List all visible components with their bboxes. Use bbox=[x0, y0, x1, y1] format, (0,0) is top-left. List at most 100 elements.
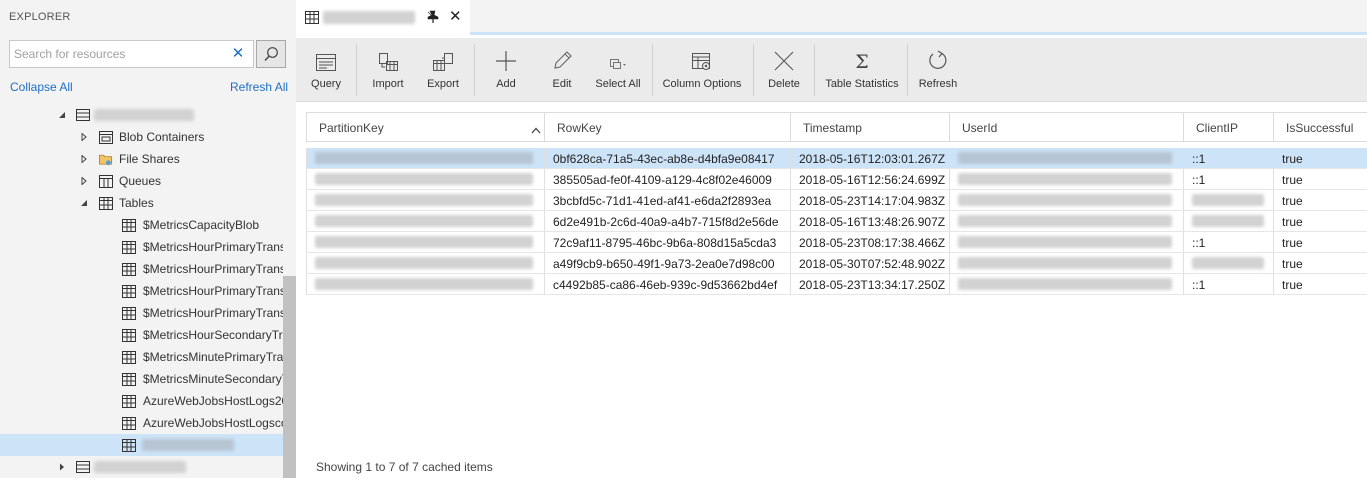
cell-userid bbox=[950, 253, 1184, 273]
table-row[interactable]: c4492b85-ca86-46eb-939c-9d53662bd4ef 201… bbox=[306, 274, 1367, 295]
redacted-text bbox=[958, 236, 1172, 248]
cell-userid bbox=[950, 211, 1184, 231]
add-button[interactable]: Add bbox=[488, 38, 524, 102]
table-row[interactable]: 6d2e491b-2c6d-40a9-a4b7-715f8d2e56de 201… bbox=[306, 211, 1367, 232]
search-button[interactable] bbox=[256, 40, 286, 68]
table-icon bbox=[122, 416, 136, 430]
redacted-text bbox=[958, 173, 1172, 185]
close-tab-icon[interactable]: ✕ bbox=[449, 8, 462, 26]
tree-item-table[interactable]: $MetricsHourPrimaryTrans bbox=[0, 236, 283, 258]
caret-collapsed-icon[interactable] bbox=[79, 176, 89, 186]
tree-item-table-selected[interactable] bbox=[0, 434, 283, 456]
redacted-text bbox=[94, 461, 186, 473]
tree-item-table[interactable]: $MetricsHourPrimaryTrans bbox=[0, 258, 283, 280]
column-header-userid[interactable]: UserId bbox=[950, 113, 1184, 142]
cell-timestamp: 2018-05-30T07:52:48.902Z bbox=[791, 253, 950, 273]
tree-item-tables[interactable]: Tables bbox=[0, 192, 283, 214]
tab-bar: ✕ bbox=[296, 0, 1367, 35]
redacted-text bbox=[323, 11, 415, 24]
table-statistics-button[interactable]: Σ Table Statistics bbox=[824, 38, 900, 102]
caret-collapsed-icon[interactable] bbox=[57, 462, 67, 472]
cell-partitionkey bbox=[306, 190, 545, 210]
table-row[interactable]: a49f9cb9-b650-49f1-9a73-2ea0e7d98c00 201… bbox=[306, 253, 1367, 274]
collapse-all-link[interactable]: Collapse All bbox=[10, 80, 73, 94]
redacted-text bbox=[142, 439, 234, 451]
table-row[interactable]: 3bcbfd5c-71d1-41ed-af41-e6da2f2893ea 201… bbox=[306, 190, 1367, 211]
column-header-timestamp[interactable]: Timestamp bbox=[791, 113, 950, 142]
select-all-icon bbox=[606, 38, 630, 76]
cell-timestamp: 2018-05-16T12:56:24.699Z bbox=[791, 169, 950, 189]
edit-label: Edit bbox=[552, 78, 572, 90]
cell-issuccessful: true bbox=[1282, 194, 1303, 208]
tree-item-table[interactable]: $MetricsHourPrimaryTrans bbox=[0, 302, 283, 324]
tree-item-table[interactable]: $MetricsHourPrimaryTrans bbox=[0, 280, 283, 302]
column-header-clientip[interactable]: ClientIP bbox=[1184, 113, 1274, 142]
tree-item-table[interactable]: $MetricsMinuteSecondaryT bbox=[0, 368, 283, 390]
export-button[interactable]: Export bbox=[423, 38, 463, 102]
query-button[interactable]: Query bbox=[306, 38, 346, 102]
edit-icon bbox=[551, 38, 573, 76]
caret-expanded-icon[interactable] bbox=[79, 198, 89, 208]
cell-timestamp: 2018-05-23T08:17:38.466Z bbox=[791, 232, 950, 252]
sort-ascending-icon[interactable] bbox=[531, 123, 541, 137]
column-options-button[interactable]: Column Options bbox=[662, 38, 742, 102]
tree-item-label: $MetricsHourPrimaryTrans bbox=[143, 306, 283, 320]
tab-table[interactable]: ✕ bbox=[296, 0, 470, 35]
table-row[interactable]: 0bf628ca-71a5-43ec-ab8e-d4bfa9e08417 201… bbox=[306, 148, 1367, 169]
caret-collapsed-icon[interactable] bbox=[79, 154, 89, 164]
column-header-partitionkey[interactable]: PartitionKey bbox=[306, 113, 545, 142]
explorer-scrollbar-thumb[interactable] bbox=[283, 276, 296, 478]
cell-rowkey: 6d2e491b-2c6d-40a9-a4b7-715f8d2e56de bbox=[545, 211, 791, 231]
table-icon bbox=[122, 350, 136, 364]
toolbar-separator bbox=[356, 44, 357, 96]
edit-button[interactable]: Edit bbox=[544, 38, 580, 102]
cell-userid bbox=[950, 232, 1184, 252]
import-icon bbox=[377, 38, 399, 76]
redacted-text bbox=[958, 257, 1172, 269]
delete-button[interactable]: Delete bbox=[765, 38, 803, 102]
redacted-text bbox=[94, 109, 194, 121]
cell-clientip bbox=[1184, 253, 1274, 273]
file-shares-icon bbox=[99, 152, 113, 166]
blob-containers-icon bbox=[99, 130, 113, 144]
tree-item-table[interactable]: $MetricsCapacityBlob bbox=[0, 214, 283, 236]
tree-item-table[interactable]: $MetricsHourSecondaryTra bbox=[0, 324, 283, 346]
tree-item-label: Tables bbox=[119, 196, 154, 210]
refresh-button[interactable]: Refresh bbox=[918, 38, 958, 102]
column-header-rowkey[interactable]: RowKey bbox=[545, 113, 791, 142]
select-all-button[interactable]: Select All bbox=[594, 38, 642, 102]
tree-item-table[interactable]: $MetricsMinutePrimaryTrar bbox=[0, 346, 283, 368]
clear-search-icon[interactable]: ✕ bbox=[229, 45, 247, 63]
table-row[interactable]: 72c9af11-8795-46bc-9b6a-808d15a5cda3 201… bbox=[306, 232, 1367, 253]
import-button[interactable]: Import bbox=[368, 38, 408, 102]
search-input[interactable] bbox=[9, 40, 254, 68]
tree-item-blob-containers[interactable]: Blob Containers bbox=[0, 126, 283, 148]
redacted-text bbox=[958, 152, 1172, 164]
tree-item-file-shares[interactable]: File Shares bbox=[0, 148, 283, 170]
refresh-all-link[interactable]: Refresh All bbox=[230, 80, 288, 94]
delete-label: Delete bbox=[768, 78, 800, 90]
table-row[interactable]: 385505ad-fe0f-4109-a129-4c8f02e46009 201… bbox=[306, 169, 1367, 190]
storage-account-icon bbox=[76, 108, 90, 122]
cell-issuccessful: true bbox=[1282, 215, 1303, 229]
tree-item-table[interactable]: AzureWebJobsHostLogsco bbox=[0, 412, 283, 434]
caret-collapsed-icon[interactable] bbox=[79, 132, 89, 142]
cell-partitionkey bbox=[306, 211, 545, 231]
tree-item-storage-account[interactable] bbox=[0, 456, 283, 478]
table-icon bbox=[305, 11, 319, 27]
cell-issuccessful: true bbox=[1282, 278, 1303, 292]
caret-expanded-icon[interactable] bbox=[57, 110, 67, 120]
redacted-text bbox=[315, 215, 533, 227]
search-icon bbox=[264, 47, 278, 61]
tree-item-table[interactable]: AzureWebJobsHostLogs20 bbox=[0, 390, 283, 412]
cell-rowkey: 72c9af11-8795-46bc-9b6a-808d15a5cda3 bbox=[545, 232, 791, 252]
tree-item-queues[interactable]: Queues bbox=[0, 170, 283, 192]
explorer-panel: EXPLORER ✕ Collapse All Refresh All bbox=[0, 0, 296, 478]
column-header-issuccessful[interactable]: IsSuccessful bbox=[1274, 113, 1367, 142]
table-icon bbox=[122, 306, 136, 320]
cell-issuccessful: true bbox=[1282, 236, 1303, 250]
cell-issuccessful: true bbox=[1282, 152, 1303, 166]
pin-tab-icon[interactable] bbox=[426, 10, 442, 27]
tree-item-storage-account[interactable] bbox=[0, 104, 283, 126]
status-text: Showing 1 to 7 of 7 cached items bbox=[316, 460, 493, 474]
